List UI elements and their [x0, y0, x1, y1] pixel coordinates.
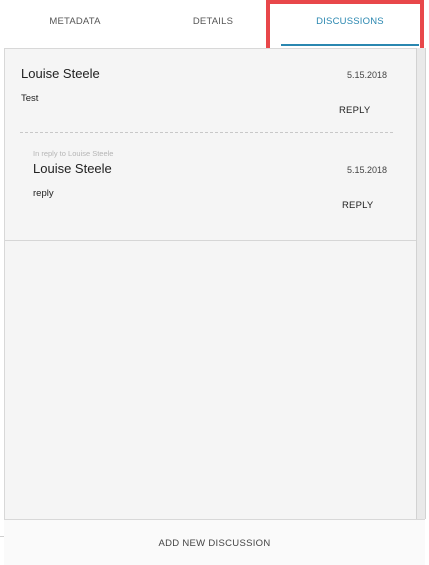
- reply-button[interactable]: REPLY: [339, 105, 370, 116]
- reply-reply-button[interactable]: REPLY: [342, 200, 373, 211]
- tab-details[interactable]: DETAILS: [158, 0, 268, 47]
- scrollbar[interactable]: [416, 48, 426, 519]
- discussion-panel: Louise Steele 5.15.2018 Test REPLY In re…: [4, 48, 417, 520]
- add-new-discussion-button[interactable]: ADD NEW DISCUSSION: [4, 519, 425, 565]
- comment-text: Test: [21, 93, 39, 104]
- active-tab-indicator: [281, 44, 419, 46]
- reply-text: reply: [33, 188, 54, 199]
- reply-date: 5.15.2018: [347, 165, 388, 175]
- tab-bar: METADATA DETAILS DISCUSSIONS: [0, 0, 429, 47]
- comment-date: 5.15.2018: [347, 70, 388, 80]
- reply-divider: [20, 132, 393, 133]
- tab-metadata[interactable]: METADATA: [20, 0, 130, 47]
- discussion-sidebar: METADATA DETAILS DISCUSSIONS Louise Stee…: [0, 0, 429, 565]
- reply-context-label: In reply to Louise Steele: [33, 149, 114, 158]
- discussion-thread: Louise Steele 5.15.2018 Test REPLY In re…: [5, 49, 417, 241]
- comment-author: Louise Steele: [21, 66, 100, 81]
- tab-discussions[interactable]: DISCUSSIONS: [281, 0, 419, 47]
- reply-author: Louise Steele: [33, 161, 112, 176]
